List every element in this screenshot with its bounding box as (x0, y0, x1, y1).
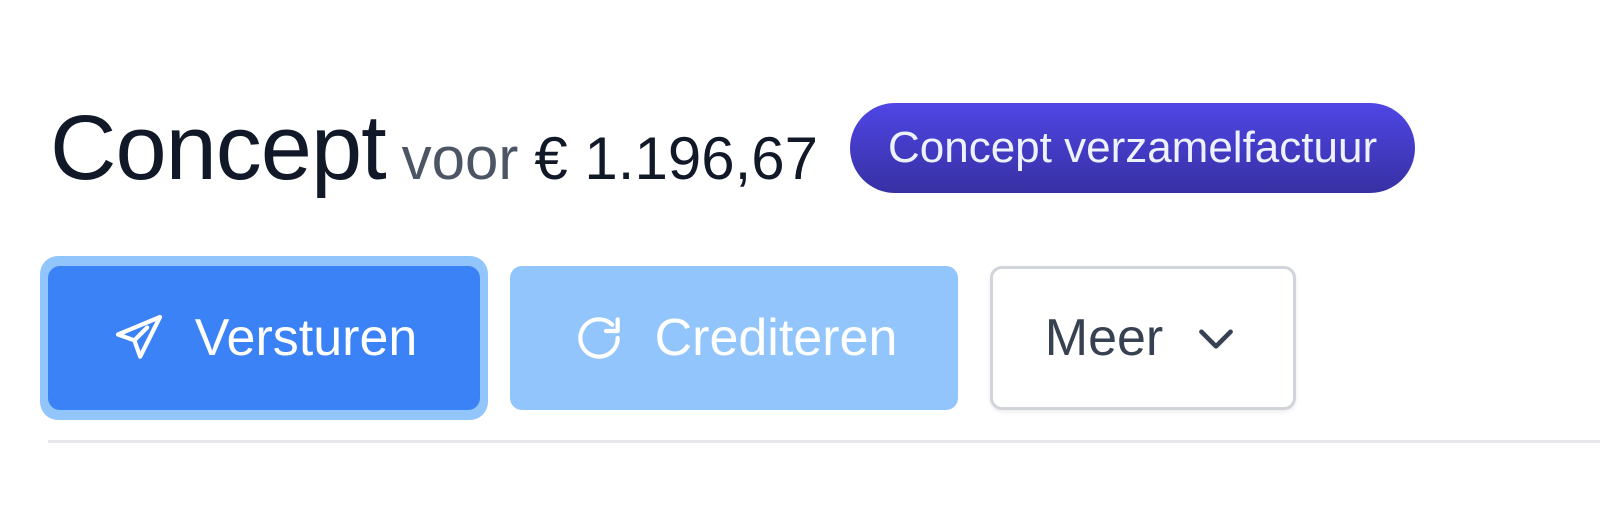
page-title: Concept (50, 96, 387, 199)
invoice-amount: € 1.196,67 (534, 124, 818, 192)
send-button-focus-ring: Versturen (40, 256, 488, 420)
page-header: Concept voor € 1.196,67 Concept verzamel… (50, 96, 1416, 201)
refresh-icon (571, 310, 627, 366)
send-button[interactable]: Versturen (48, 266, 480, 410)
action-toolbar: Versturen Crediteren Meer (40, 256, 1296, 420)
send-button-label: Versturen (194, 309, 418, 367)
title-group: Concept voor € 1.196,67 (50, 96, 818, 201)
invoice-total: voor € 1.196,67 (402, 124, 818, 193)
status-badge: Concept verzamelfactuur (849, 103, 1416, 193)
credit-button-label: Crediteren (654, 309, 898, 367)
chevron-down-icon (1191, 313, 1241, 363)
subtitle-prefix: voor (401, 124, 519, 192)
paper-plane-icon (111, 310, 167, 366)
divider (48, 440, 1600, 443)
credit-button[interactable]: Crediteren (510, 266, 958, 410)
more-button[interactable]: Meer (990, 266, 1296, 410)
more-button-label: Meer (1044, 309, 1164, 367)
